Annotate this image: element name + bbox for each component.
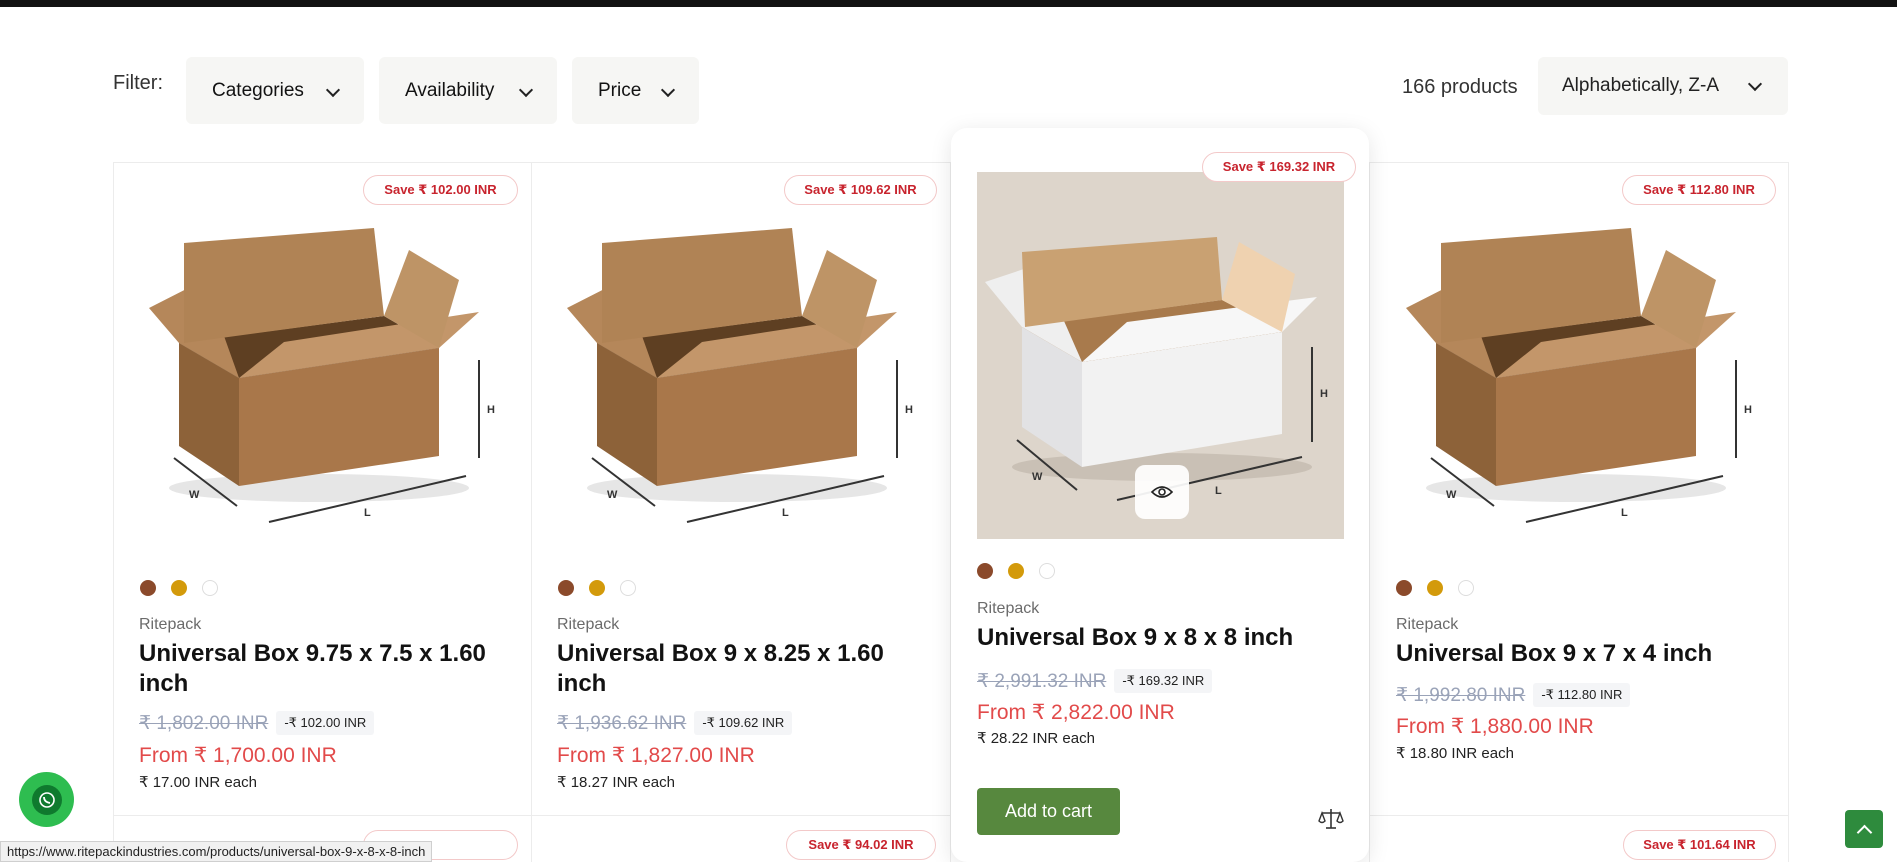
product-vendor: Ritepack (977, 600, 1040, 617)
filter-label: Filter: (113, 72, 163, 94)
swatch-brown[interactable] (1396, 580, 1412, 596)
swatch-gold[interactable] (589, 580, 605, 596)
sale-price: From ₹ 1,880.00 INR (1396, 715, 1594, 738)
color-swatches (977, 563, 1055, 579)
product-vendor: Ritepack (1396, 616, 1459, 633)
svg-text:L: L (1621, 507, 1628, 519)
compare-price: ₹ 1,802.00 INR (139, 712, 269, 734)
brown-box-image: H W L (557, 188, 925, 556)
svg-text:H: H (1744, 404, 1752, 416)
chevron-down-icon (518, 82, 534, 98)
price-row: ₹ 1,936.62 INR -₹ 109.62 INR (557, 711, 793, 735)
top-bar (0, 0, 1897, 7)
sale-price: From ₹ 2,822.00 INR (977, 701, 1175, 724)
filter-categories-button[interactable]: Categories (186, 57, 364, 124)
eye-icon (1151, 486, 1173, 498)
swatch-gold[interactable] (1008, 563, 1024, 579)
svg-text:W: W (189, 489, 200, 501)
swatch-gold[interactable] (1427, 580, 1443, 596)
discount-tag: -₹ 109.62 INR (694, 711, 793, 735)
product-image[interactable]: H W L (139, 188, 507, 556)
discount-tag: -₹ 169.32 INR (1114, 669, 1213, 693)
add-to-cart-button[interactable]: Add to cart (977, 788, 1120, 835)
swatch-white[interactable] (1458, 580, 1474, 596)
next-row-badge: Save ₹ 101.64 INR (1623, 830, 1776, 860)
swatch-white[interactable] (1039, 563, 1055, 579)
swatch-white[interactable] (620, 580, 636, 596)
svg-text:H: H (905, 404, 913, 416)
filter-price-button[interactable]: Price (572, 57, 699, 124)
swatch-white[interactable] (202, 580, 218, 596)
color-swatches (558, 580, 636, 596)
product-count: 166 products (1402, 76, 1518, 98)
save-badge: Save ₹ 102.00 INR (363, 175, 518, 205)
swatch-gold[interactable] (171, 580, 187, 596)
compare-scale-icon[interactable] (1318, 806, 1344, 832)
sale-price: From ₹ 1,700.00 INR (139, 744, 337, 767)
save-badge: Save ₹ 169.32 INR (1202, 152, 1356, 182)
svg-text:H: H (1320, 388, 1328, 400)
product-title[interactable]: Universal Box 9 x 7 x 4 inch (1396, 639, 1766, 669)
status-bar-url: https://www.ritepackindustries.com/produ… (0, 841, 433, 862)
save-badge: Save ₹ 112.80 INR (1622, 175, 1776, 205)
arrow-up-icon (1856, 824, 1872, 840)
chevron-down-icon (1747, 76, 1763, 92)
product-card[interactable]: H W L Save ₹ 102.00 INR Ritepack Univers… (114, 163, 531, 815)
quick-view-button[interactable] (1135, 465, 1189, 519)
sort-select[interactable]: Alphabetically, Z-A (1538, 57, 1788, 115)
filter-categories-label: Categories (212, 79, 304, 101)
svg-text:L: L (364, 507, 371, 519)
filter-price-label: Price (598, 79, 642, 101)
unit-price: ₹ 17.00 INR each (139, 774, 257, 791)
product-image[interactable]: H W L (1396, 188, 1764, 556)
scroll-to-top-button[interactable] (1845, 810, 1883, 848)
svg-text:W: W (607, 489, 618, 501)
swatch-brown[interactable] (977, 563, 993, 579)
sort-selected-value: Alphabetically, Z-A (1562, 75, 1719, 96)
product-vendor: Ritepack (557, 616, 620, 633)
swatch-brown[interactable] (140, 580, 156, 596)
product-title[interactable]: Universal Box 9 x 8 x 8 inch (977, 623, 1347, 653)
price-row: ₹ 1,992.80 INR -₹ 112.80 INR (1396, 683, 1631, 707)
color-swatches (140, 580, 218, 596)
whatsapp-icon (31, 784, 62, 815)
product-card[interactable]: H W L Save ₹ 109.62 INR Ritepack Univers… (532, 163, 949, 815)
compare-price: ₹ 1,992.80 INR (1396, 684, 1526, 706)
chevron-down-icon (660, 82, 676, 98)
save-badge: Save ₹ 109.62 INR (784, 175, 937, 205)
svg-text:W: W (1446, 489, 1457, 501)
discount-tag: -₹ 112.80 INR (1533, 683, 1631, 707)
brown-box-image: H W L (139, 188, 507, 556)
price-row: ₹ 1,802.00 INR -₹ 102.00 INR (139, 711, 375, 735)
chevron-down-icon (325, 82, 341, 98)
product-card[interactable]: H W L Save ₹ 112.80 INR Ritepack Univers… (1370, 163, 1788, 815)
unit-price: ₹ 18.27 INR each (557, 774, 675, 791)
product-title[interactable]: Universal Box 9 x 8.25 x 1.60 inch (557, 639, 927, 699)
svg-text:L: L (1215, 485, 1222, 497)
discount-tag: -₹ 102.00 INR (276, 711, 375, 735)
brown-box-image: H W L (1396, 188, 1764, 556)
filter-availability-button[interactable]: Availability (379, 57, 557, 124)
product-image[interactable]: H W L (557, 188, 925, 556)
swatch-brown[interactable] (558, 580, 574, 596)
sale-price: From ₹ 1,827.00 INR (557, 744, 755, 767)
product-card-hovered[interactable]: H W L Save ₹ 169.32 INR Ritepack Univers… (951, 128, 1369, 862)
next-row-badge: Save ₹ 94.02 INR (786, 830, 936, 860)
unit-price: ₹ 28.22 INR each (977, 730, 1095, 747)
svg-text:L: L (782, 507, 789, 519)
compare-price: ₹ 1,936.62 INR (557, 712, 687, 734)
compare-price: ₹ 2,991.32 INR (977, 670, 1107, 692)
price-row: ₹ 2,991.32 INR -₹ 169.32 INR (977, 669, 1213, 693)
filter-availability-label: Availability (405, 79, 495, 101)
svg-text:H: H (487, 404, 495, 416)
color-swatches (1396, 580, 1474, 596)
svg-text:W: W (1032, 471, 1043, 483)
unit-price: ₹ 18.80 INR each (1396, 745, 1514, 762)
product-title[interactable]: Universal Box 9.75 x 7.5 x 1.60 inch (139, 639, 509, 699)
whatsapp-button[interactable] (19, 772, 74, 827)
product-vendor: Ritepack (139, 616, 202, 633)
